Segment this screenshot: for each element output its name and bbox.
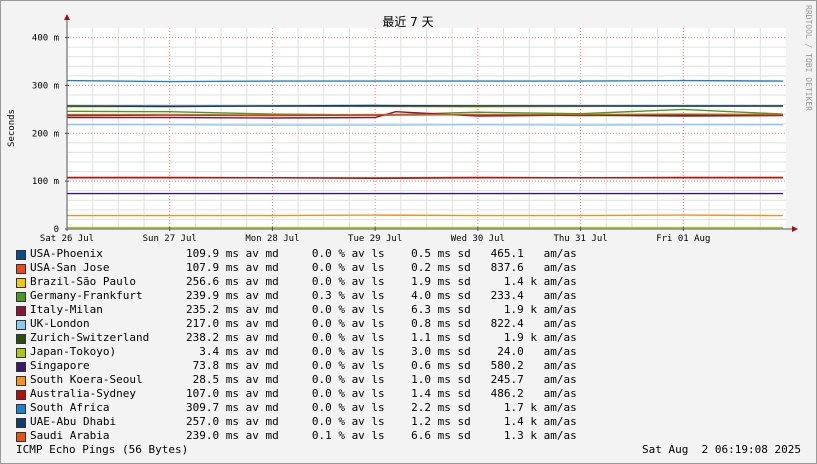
legend-series-name: Singapore	[30, 359, 90, 372]
legend-series-stats: 239.9 ms av md 0.3 % av ls 4.0 ms sd 233…	[186, 289, 577, 302]
legend-series-name: UAE-Abu Dhabi	[30, 415, 117, 428]
legend-series-stats: 28.5 ms av md 0.0 % av ls 1.0 ms sd 245.…	[186, 373, 577, 386]
legend-series-name: South Africa	[30, 401, 110, 414]
legend-series-stats: 257.0 ms av md 0.0 % av ls 1.2 ms sd 1.4…	[186, 415, 577, 428]
legend-swatch	[16, 320, 26, 330]
legend-series-name: USA-Phoenix	[30, 247, 103, 260]
legend-series-stats: 217.0 ms av md 0.0 % av ls 0.8 ms sd 822…	[186, 317, 577, 330]
legend-swatch	[16, 432, 26, 442]
ping-chart: Sat 26 Jul Sun 27 Jul Mon 28 Jul Tue 29 Jul…	[7, 5, 813, 244]
legend-series-stats: 73.8 ms av md 0.0 % av ls 0.6 ms sd 580.…	[186, 359, 577, 372]
chart-title: 最近 7 天	[382, 15, 433, 29]
y-axis-label: Seconds	[7, 109, 17, 147]
legend-swatch	[16, 376, 26, 386]
y-tick-label: 300 m	[32, 81, 59, 91]
legend-swatch	[16, 264, 26, 274]
legend-swatch	[16, 404, 26, 414]
legend-series-name: Zurich-Switzerland	[30, 331, 150, 344]
legend-swatch	[16, 306, 26, 316]
legend-series-name: Germany-Frankfurt	[30, 289, 143, 302]
x-tick-label: Tue 29 Jul	[348, 234, 402, 244]
series-line	[66, 105, 783, 108]
legend-series-name: Saudi Arabia	[30, 429, 110, 442]
legend-series-stats: 256.6 ms av md 0.0 % av ls 1.9 ms sd 1.4…	[186, 275, 577, 288]
legend-swatch	[16, 278, 26, 288]
y-tick-label: 400 m	[32, 34, 59, 44]
legend-series-name: Italy-Milan	[30, 303, 103, 316]
legend-swatch	[16, 250, 26, 260]
series-line	[67, 177, 783, 180]
legend-swatch	[16, 348, 26, 358]
legend-series-stats: 309.7 ms av md 0.0 % av ls 2.2 ms sd 1.7…	[186, 401, 577, 414]
x-tick-label: Fri 01 Aug	[656, 234, 710, 244]
legend-swatch	[16, 362, 26, 372]
legend-series-stats: 107.9 ms av md 0.0 % av ls 0.2 ms sd 837…	[186, 261, 577, 274]
x-axis-arrow	[792, 226, 798, 232]
vertical-watermark: RRDTOOL / TOBI OETIKER	[804, 5, 813, 111]
x-tick-label: Sat 26 Jul	[40, 234, 94, 244]
legend-series-stats: 239.0 ms av md 0.1 % av ls 6.6 ms sd 1.3…	[186, 429, 577, 442]
legend-series-name: Australia-Sydney	[30, 387, 136, 400]
x-tick-label: Thu 31 Jul	[553, 234, 607, 244]
legend-series-stats: 235.2 ms av md 0.0 % av ls 6.3 ms sd 1.9…	[186, 303, 577, 316]
x-tick-label: Sun 27 Jul	[143, 234, 197, 244]
legend-swatch	[16, 390, 26, 400]
legend-series-name: Brazil-São Paulo	[30, 275, 136, 288]
footer-timestamp: Sat Aug 2 06:19:08 2025	[642, 443, 801, 456]
legend-series-stats: 107.0 ms av md 0.0 % av ls 1.4 ms sd 486…	[186, 387, 577, 400]
y-tick-label: 0	[54, 225, 59, 235]
legend-swatch	[16, 292, 26, 302]
series-line	[67, 214, 783, 217]
legend-series-name: USA-San Jose	[30, 261, 110, 274]
legend-swatch	[16, 334, 26, 344]
y-tick-label: 200 m	[32, 129, 59, 139]
legend-series-name: UK-London	[30, 317, 90, 330]
y-tick-label: 100 m	[32, 177, 59, 187]
legend-series-stats: 3.4 ms av md 0.0 % av ls 3.0 ms sd 24.0 …	[186, 345, 577, 358]
y-axis-arrow	[64, 14, 70, 20]
legend-swatch	[16, 418, 26, 428]
legend-series-stats: 109.9 ms av md 0.0 % av ls 0.5 ms sd 465…	[186, 247, 577, 260]
legend-series-name: South Koera-Seoul	[30, 373, 143, 386]
footer-description: ICMP Echo Pings (56 Bytes)	[16, 443, 189, 456]
x-tick-label: Mon 28 Jul	[245, 234, 299, 244]
legend-series-stats: 238.2 ms av md 0.0 % av ls 1.1 ms sd 1.9…	[186, 331, 577, 344]
legend-series-name: Japan-Tokoyo)	[30, 345, 117, 358]
x-tick-label: Wed 30 Jul	[451, 234, 505, 244]
